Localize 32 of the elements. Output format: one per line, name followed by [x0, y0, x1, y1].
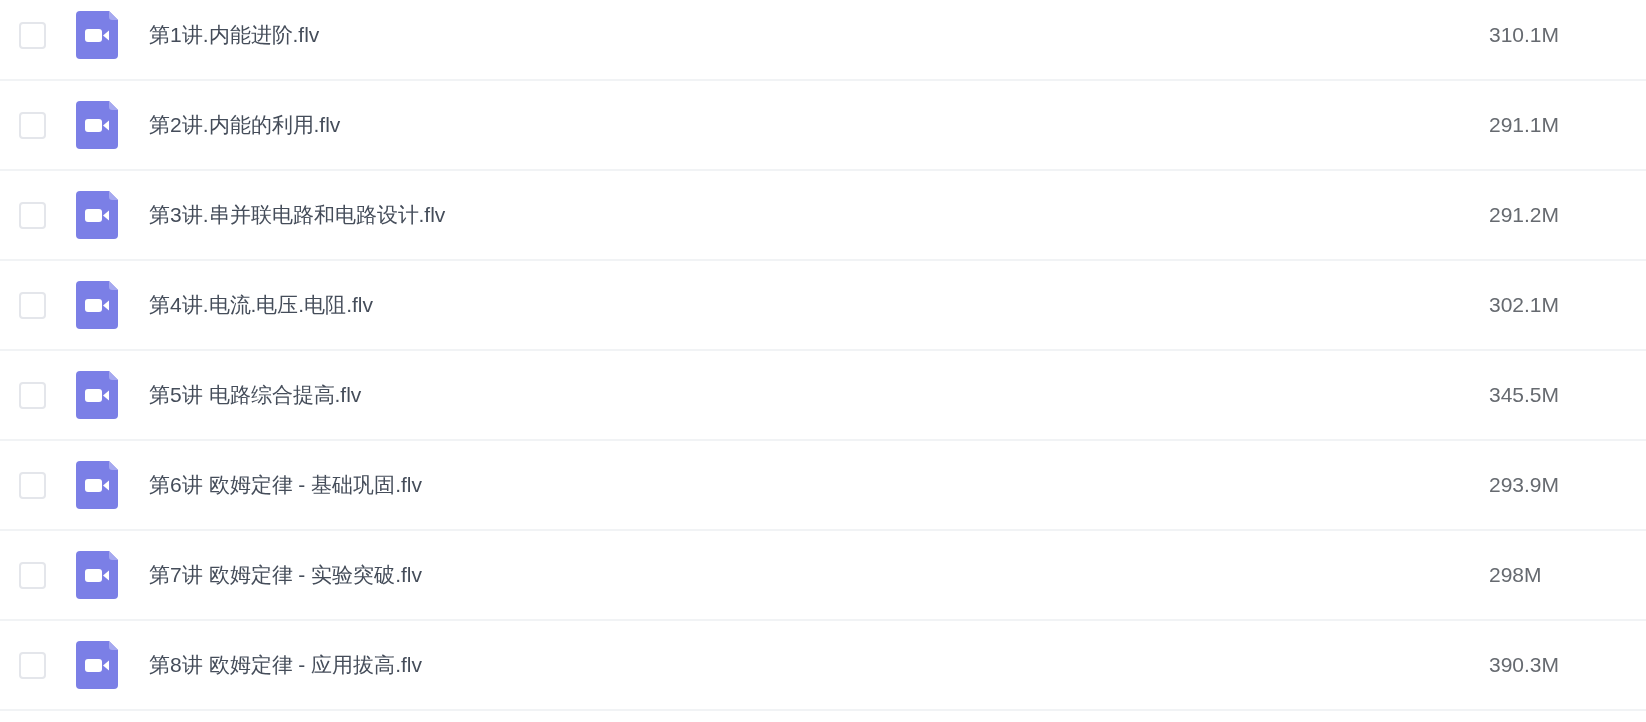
file-size: 302.1M — [1489, 292, 1561, 319]
file-name[interactable]: 第6讲 欧姆定律 - 基础巩固.flv — [149, 469, 422, 501]
video-file-icon — [76, 641, 118, 689]
video-file-icon — [76, 101, 118, 149]
file-name[interactable]: 第1讲.内能进阶.flv — [149, 19, 320, 51]
video-file-icon — [76, 371, 118, 419]
file-name[interactable]: 第3讲.串并联电路和电路设计.flv — [149, 199, 446, 231]
checkbox[interactable] — [19, 471, 46, 499]
checkbox[interactable] — [19, 21, 46, 49]
file-size: 345.5M — [1489, 382, 1561, 409]
checkbox[interactable] — [19, 291, 46, 319]
file-name[interactable]: 第7讲 欧姆定律 - 实验突破.flv — [149, 559, 422, 591]
video-file-icon — [76, 551, 118, 599]
file-size: 291.2M — [1489, 202, 1561, 229]
video-file-icon — [76, 191, 118, 239]
video-file-icon — [76, 11, 118, 59]
file-name[interactable]: 第2讲.内能的利用.flv — [149, 109, 341, 141]
file-size: 291.1M — [1489, 112, 1561, 139]
file-size: 390.3M — [1489, 652, 1561, 679]
file-size: 310.1M — [1489, 22, 1561, 49]
file-name[interactable]: 第5讲 电路综合提高.flv — [149, 379, 362, 411]
checkbox[interactable] — [19, 201, 46, 229]
file-size: 298M — [1489, 562, 1543, 589]
checkbox[interactable] — [19, 561, 46, 589]
checkbox[interactable] — [19, 111, 46, 139]
video-file-icon — [76, 461, 118, 509]
video-file-icon — [76, 281, 118, 329]
file-size: 293.9M — [1489, 472, 1561, 499]
file-name[interactable]: 第8讲 欧姆定律 - 应用拔高.flv — [149, 649, 422, 681]
checkbox[interactable] — [19, 381, 46, 409]
file-name[interactable]: 第4讲.电流.电压.电阻.flv — [149, 289, 374, 321]
checkbox[interactable] — [19, 651, 46, 679]
